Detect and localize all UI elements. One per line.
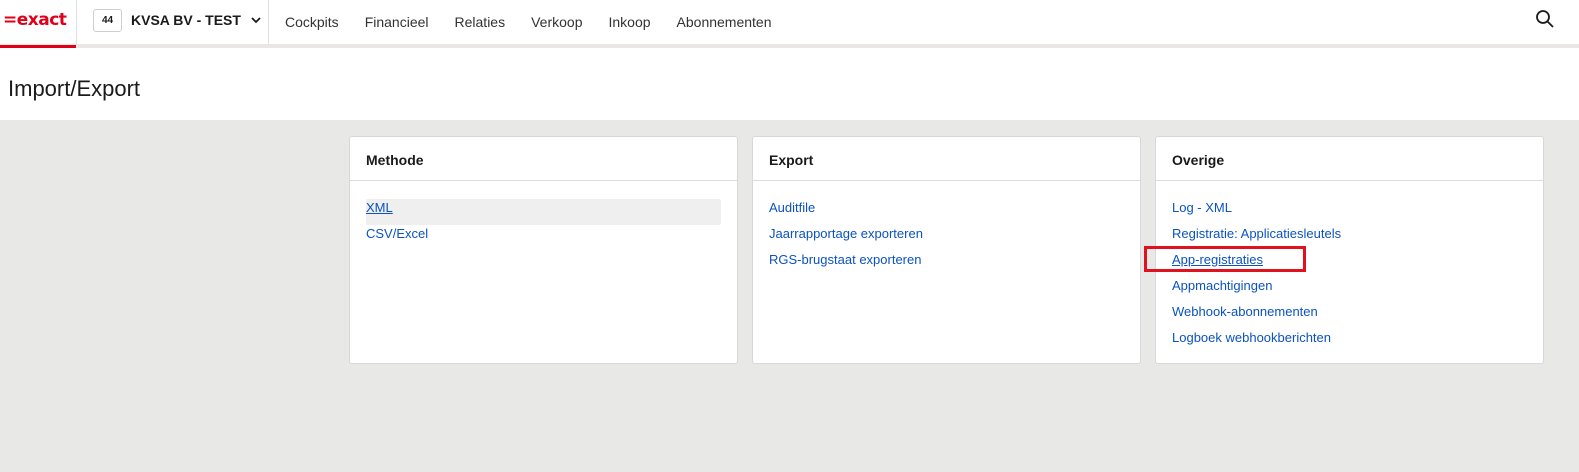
nav-item-abonnementen[interactable]: Abonnementen	[664, 14, 785, 30]
nav-item-inkoop[interactable]: Inkoop	[595, 14, 663, 30]
logo-text: =exact	[3, 10, 67, 30]
chevron-down-icon	[250, 14, 262, 26]
company-name: KVSA BV - TEST	[131, 12, 241, 28]
card-export: Export Auditfile Jaarrapportage exporter…	[752, 136, 1141, 364]
main-nav: Cockpits Financieel Relaties Verkoop Ink…	[272, 0, 785, 44]
card-title: Methode	[350, 137, 737, 181]
page-header: Import/Export	[0, 48, 1579, 120]
top-navigation-bar: =exact 44 KVSA BV - TEST Cockpits Financ…	[0, 0, 1579, 48]
link-appmachtigingen[interactable]: Appmachtigingen	[1172, 277, 1527, 303]
card-title: Overige	[1156, 137, 1543, 181]
nav-item-relaties[interactable]: Relaties	[442, 14, 519, 30]
link-rgs-brugstaat-exporteren[interactable]: RGS-brugstaat exporteren	[769, 251, 1124, 277]
link-logboek-webhookberichten[interactable]: Logboek webhookberichten	[1172, 329, 1527, 355]
divider	[268, 0, 269, 44]
divider	[76, 0, 77, 44]
exact-logo[interactable]: =exact	[0, 0, 76, 48]
highlight-box	[1144, 246, 1306, 272]
link-auditfile[interactable]: Auditfile	[769, 199, 1124, 225]
company-number-badge: 44	[93, 8, 122, 32]
company-switcher[interactable]: 44 KVSA BV - TEST	[93, 8, 262, 32]
link-log-xml[interactable]: Log - XML	[1172, 199, 1527, 225]
card-methode: Methode XML CSV/Excel	[349, 136, 738, 364]
nav-item-cockpits[interactable]: Cockpits	[272, 14, 352, 30]
search-icon[interactable]	[1535, 9, 1555, 29]
link-csv-excel[interactable]: CSV/Excel	[366, 225, 721, 251]
page-title: Import/Export	[8, 76, 141, 101]
link-xml[interactable]: XML	[366, 199, 721, 225]
nav-item-financieel[interactable]: Financieel	[352, 14, 442, 30]
link-jaarrapportage-exporteren[interactable]: Jaarrapportage exporteren	[769, 225, 1124, 251]
link-webhook-abonnementen[interactable]: Webhook-abonnementen	[1172, 303, 1527, 329]
card-title: Export	[753, 137, 1140, 181]
nav-item-verkoop[interactable]: Verkoop	[518, 14, 595, 30]
